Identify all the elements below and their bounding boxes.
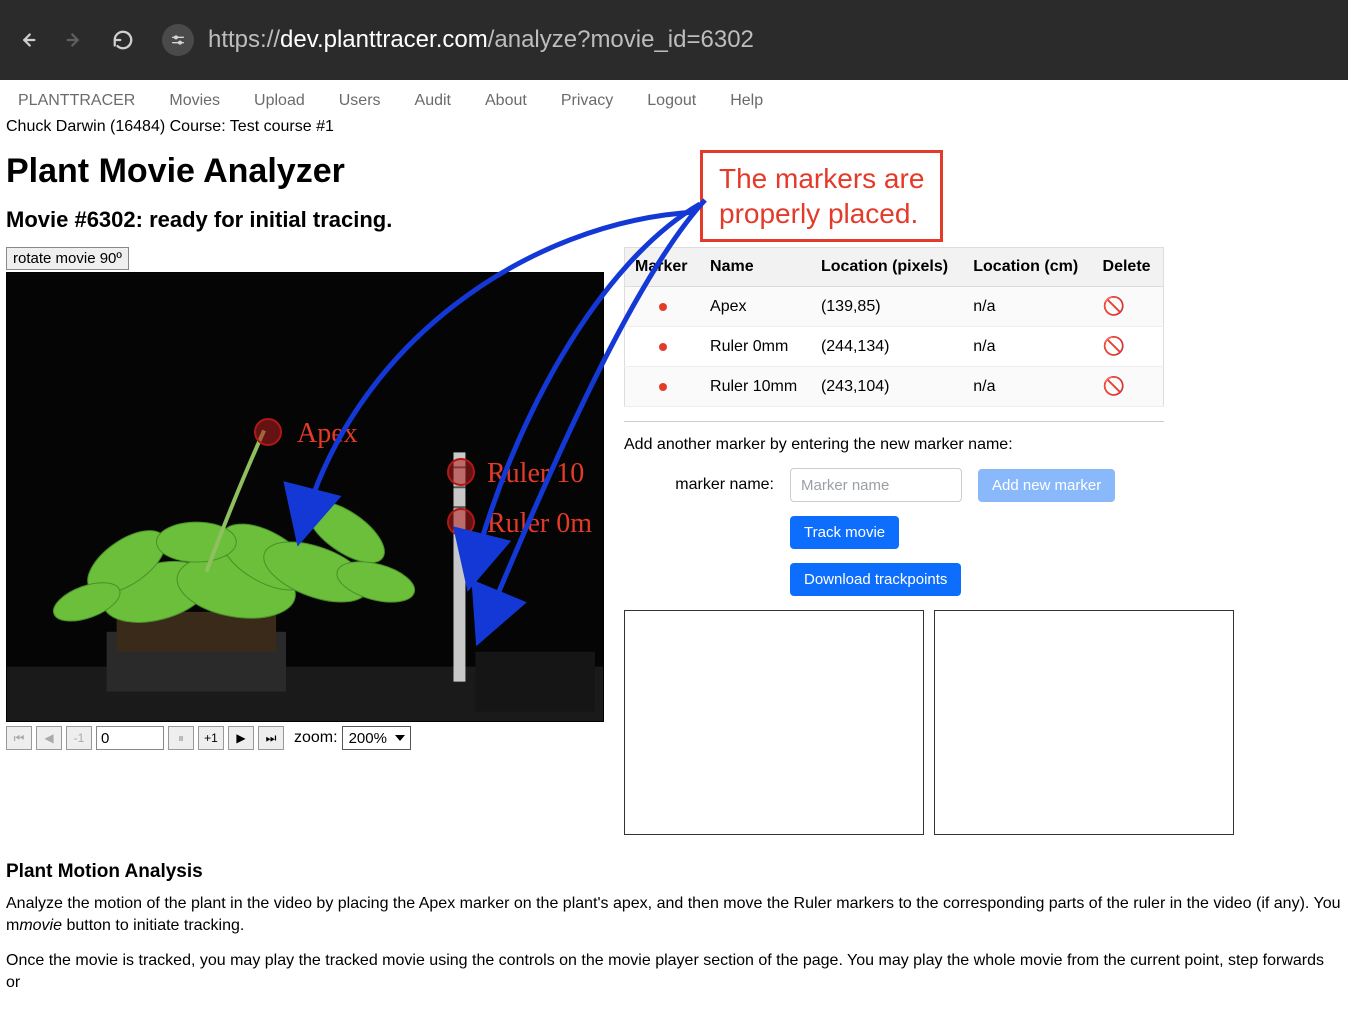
th-delete: Delete	[1093, 248, 1164, 287]
fast-forward-end-button[interactable]: ⏭	[258, 726, 284, 750]
table-row: Ruler 0mm (244,134) n/a 🚫	[625, 327, 1164, 367]
marker-ruler10-label: Ruler 10	[487, 458, 584, 490]
add-marker-button[interactable]: Add new marker	[978, 469, 1115, 502]
marker-name-label: marker name:	[624, 476, 774, 494]
marker-table: Marker Name Location (pixels) Location (…	[624, 247, 1164, 407]
nav-planttracer[interactable]: PLANTTRACER	[18, 92, 135, 110]
table-row: Apex (139,85) n/a 🚫	[625, 287, 1164, 327]
nav-privacy[interactable]: Privacy	[561, 92, 613, 110]
nav-audit[interactable]: Audit	[415, 92, 451, 110]
zoom-select[interactable]: 200%	[342, 726, 411, 750]
th-marker: Marker	[625, 248, 701, 287]
th-loc-cm: Location (cm)	[963, 248, 1092, 287]
track-movie-button[interactable]: Track movie	[790, 516, 899, 549]
page-subtitle: Movie #6302: ready for initial tracing.	[6, 207, 1342, 233]
reload-icon[interactable]	[108, 25, 138, 55]
plant-scene-svg	[7, 273, 603, 721]
minus1-button[interactable]: -1	[66, 726, 92, 750]
nav-movies[interactable]: Movies	[169, 92, 220, 110]
video-frame[interactable]: Apex Ruler 10 Ruler 0m	[6, 272, 604, 722]
play-button[interactable]: ▶	[228, 726, 254, 750]
forward-icon[interactable]	[60, 25, 90, 55]
url-text: https://dev.planttracer.com/analyze?movi…	[208, 26, 754, 54]
marker-dot-icon	[659, 303, 667, 311]
annotation-callout: The markers are properly placed.	[700, 150, 943, 242]
marker-ruler0-dot[interactable]	[447, 508, 475, 536]
nav-logout[interactable]: Logout	[647, 92, 696, 110]
frame-input[interactable]	[96, 726, 164, 750]
thumbnail-box-1	[624, 610, 924, 835]
download-trackpoints-button[interactable]: Download trackpoints	[790, 563, 961, 596]
divider	[624, 421, 1164, 422]
analysis-heading: Plant Motion Analysis	[6, 861, 1342, 883]
pause-button[interactable]: ⏸	[168, 726, 194, 750]
delete-icon[interactable]: 🚫	[1103, 336, 1125, 356]
th-loc-px: Location (pixels)	[811, 248, 963, 287]
analysis-para-1: Analyze the motion of the plant in the v…	[6, 893, 1342, 938]
nav-upload[interactable]: Upload	[254, 92, 305, 110]
marker-name-input[interactable]	[790, 468, 962, 502]
delete-icon[interactable]: 🚫	[1103, 296, 1125, 316]
url-bar[interactable]: https://dev.planttracer.com/analyze?movi…	[162, 24, 754, 56]
page-title: Plant Movie Analyzer	[6, 152, 1342, 191]
nav-about[interactable]: About	[485, 92, 527, 110]
rewind-start-button[interactable]: ⏮	[6, 726, 32, 750]
table-row: Ruler 10mm (243,104) n/a 🚫	[625, 367, 1164, 407]
marker-ruler10-dot[interactable]	[447, 458, 475, 486]
rotate-button[interactable]: rotate movie 90º	[6, 247, 129, 270]
browser-chrome: https://dev.planttracer.com/analyze?movi…	[0, 0, 1348, 80]
top-nav: PLANTTRACER Movies Upload Users Audit Ab…	[0, 80, 1348, 116]
zoom-label: zoom:	[294, 729, 338, 747]
player-controls: ⏮ ◀ -1 ⏸ +1 ▶ ⏭ zoom: 200%	[6, 726, 606, 750]
marker-dot-icon	[659, 383, 667, 391]
marker-ruler0-label: Ruler 0m	[487, 508, 592, 540]
plus1-button[interactable]: +1	[198, 726, 224, 750]
delete-icon[interactable]: 🚫	[1103, 376, 1125, 396]
back-icon[interactable]	[12, 25, 42, 55]
breadcrumb: Chuck Darwin (16484) Course: Test course…	[0, 116, 1348, 142]
step-back-button[interactable]: ◀	[36, 726, 62, 750]
nav-users[interactable]: Users	[339, 92, 381, 110]
nav-help[interactable]: Help	[730, 92, 763, 110]
marker-dot-icon	[659, 343, 667, 351]
th-name: Name	[700, 248, 811, 287]
site-settings-icon[interactable]	[162, 24, 194, 56]
marker-apex-label: Apex	[297, 418, 358, 450]
marker-apex-dot[interactable]	[254, 418, 282, 446]
analysis-para-2: Once the movie is tracked, you may play …	[6, 950, 1342, 995]
add-marker-prompt: Add another marker by entering the new m…	[624, 436, 1342, 454]
thumbnail-box-2	[934, 610, 1234, 835]
